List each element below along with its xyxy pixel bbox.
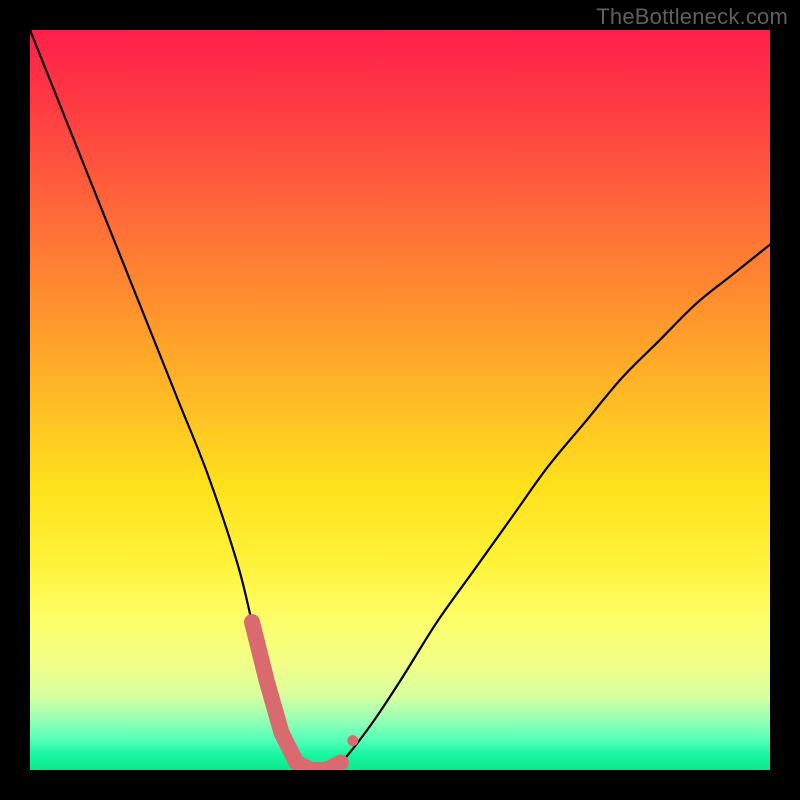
watermark-text: TheBottleneck.com [596, 4, 788, 30]
chart-layer [30, 30, 770, 770]
highlight-end-dot [347, 735, 358, 746]
highlight-notch-path [252, 622, 341, 770]
plot-area [30, 30, 770, 770]
outer-frame: TheBottleneck.com [0, 0, 800, 800]
chart-svg [30, 30, 770, 770]
bottleneck-curve-path [30, 30, 770, 770]
